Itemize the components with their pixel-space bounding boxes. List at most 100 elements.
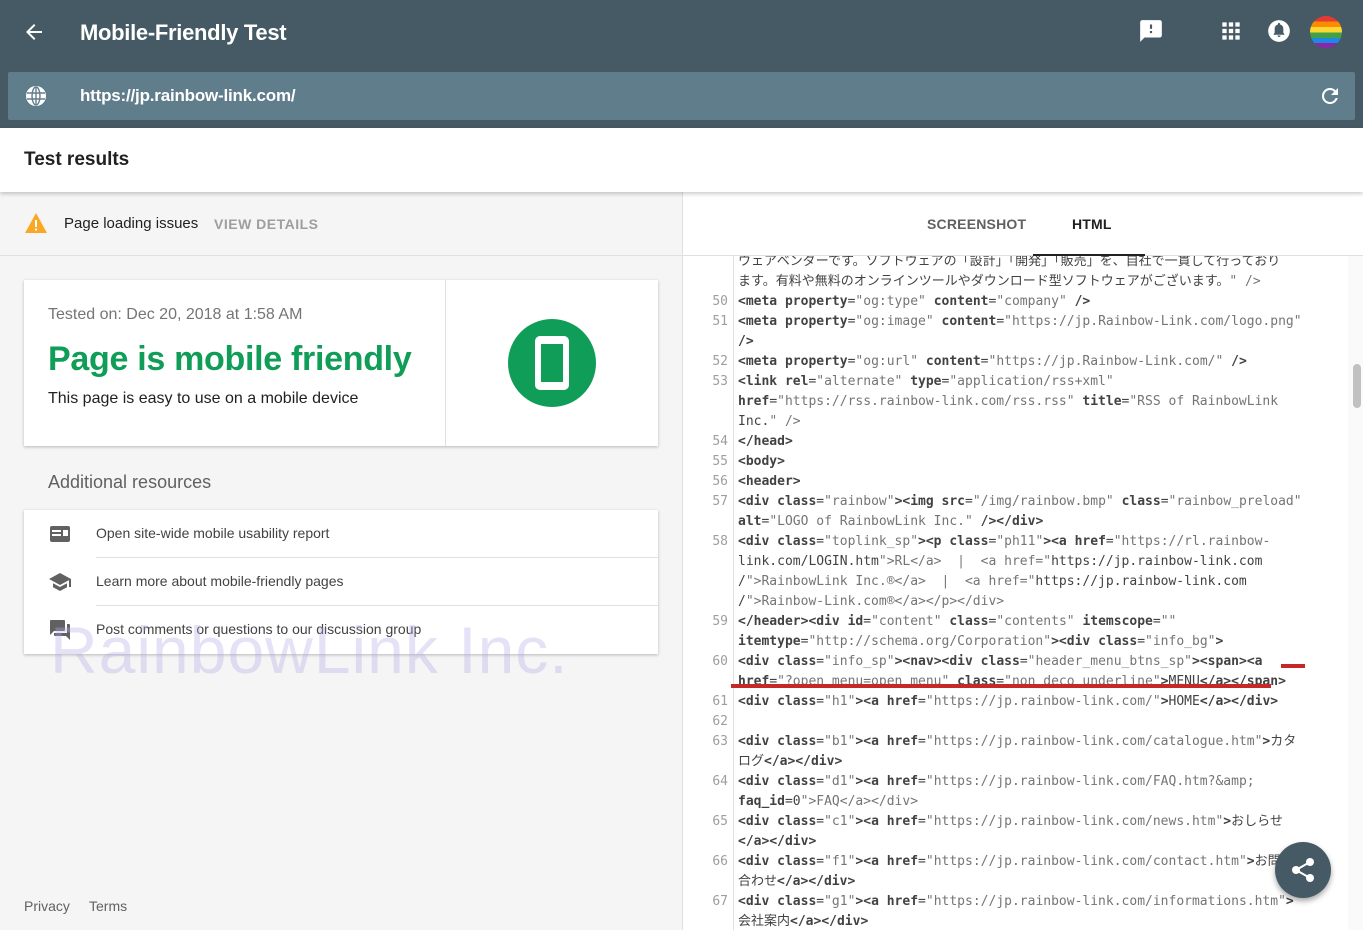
terms-link[interactable]: Terms	[89, 898, 127, 914]
code-text: <div class="toplink_sp"><p class="ph11">…	[738, 534, 1271, 549]
code-text: itemtype="http://schema.org/Corporation"…	[738, 634, 1224, 649]
school-icon	[48, 570, 72, 594]
code-line: href="https://rss.rainbow-link.com/rss.r…	[683, 392, 1348, 412]
verdict-description: This page is easy to use on a mobile dev…	[48, 390, 359, 407]
code-text: <meta property="og:url" content="https:/…	[738, 354, 1247, 369]
code-text: /">RainbowLink Inc.®</a> | <a href="http…	[738, 574, 1247, 589]
app-header: Mobile-Friendly Test https://jp.rainbow-…	[0, 0, 1363, 128]
apps-grid-icon[interactable]	[1218, 18, 1246, 46]
page-title: Test results	[24, 149, 130, 170]
share-icon	[1292, 858, 1314, 882]
share-button[interactable]	[1275, 842, 1331, 898]
code-line: faq_id=0">FAQ</a></div>	[683, 792, 1348, 812]
code-text: <div class="b1"><a href="https://jp.rain…	[738, 734, 1297, 749]
code-line: 58 <div class="toplink_sp"><p class="ph11…	[683, 532, 1348, 552]
code-scrollbar[interactable]	[1348, 256, 1363, 930]
code-text: /">Rainbow-Link.com®</a></p></div>	[738, 594, 1005, 609]
highlight-underline	[731, 684, 1271, 688]
warning-icon	[24, 212, 48, 234]
resource-usability-report[interactable]: Open site-wide mobile usability report	[24, 510, 658, 558]
line-number: 54	[712, 434, 728, 449]
feedback-icon[interactable]	[1138, 18, 1166, 46]
line-number: 63	[712, 734, 728, 749]
code-line: 60 <div class="info_sp"><nav><div class="…	[683, 652, 1348, 672]
code-text: </header><div id="content" class="conten…	[738, 614, 1177, 629]
line-number: 57	[712, 494, 728, 509]
code-line: ます。有料や無料のオンラインツールやダウンロード型ソフトウェアがございます。" …	[683, 272, 1348, 292]
mobile-phone-icon	[508, 319, 596, 407]
code-line: 56 <header>	[683, 472, 1348, 492]
code-line: />	[683, 332, 1348, 352]
account-avatar[interactable]	[1310, 16, 1342, 48]
refresh-icon[interactable]	[1318, 84, 1342, 108]
results-header: Test results	[0, 128, 1363, 192]
code-text: </a></div>	[738, 834, 817, 849]
resource-learn-more[interactable]: Learn more about mobile-friendly pages	[24, 558, 658, 606]
code-line: /">RainbowLink Inc.®</a> | <a href="http…	[683, 572, 1348, 592]
code-text: <div class="d1"><a href="https://jp.rain…	[738, 774, 1255, 789]
code-line: ログ</a></div>	[683, 752, 1348, 772]
code-line: 59 </header><div id="content" class="cont…	[683, 612, 1348, 632]
line-number: 56	[712, 474, 728, 489]
code-text: href="https://rss.rainbow-link.com/rss.r…	[738, 394, 1279, 409]
back-arrow-icon[interactable]	[22, 20, 52, 46]
code-text: <div class="g1"><a href="https://jp.rain…	[738, 894, 1294, 909]
line-number: 64	[712, 774, 728, 789]
html-source-view[interactable]: ウェアベンダーです。ソフトウェアの「設計」「開発」「販売」を、自社で一貫して行っ…	[683, 256, 1348, 930]
resource-discussion-group[interactable]: Post comments or questions to our discus…	[24, 606, 658, 654]
code-text: <meta property="og:image" content="https…	[738, 314, 1302, 329]
code-line: 52 <meta property="og:url" content="https…	[683, 352, 1348, 372]
tab-html[interactable]: HTML	[1072, 216, 1112, 232]
code-text: <div class="c1"><a href="https://jp.rain…	[738, 814, 1283, 829]
view-details-link[interactable]: VIEW DETAILS	[214, 216, 319, 232]
code-line: 会社案内</a></div>	[683, 912, 1348, 930]
code-line: 50 <meta property="og:type" content="comp…	[683, 292, 1348, 312]
code-line: 65 <div class="c1"><a href="https://jp.ra…	[683, 812, 1348, 832]
line-number: 65	[712, 814, 728, 829]
code-line: 51 <meta property="og:image" content="htt…	[683, 312, 1348, 332]
code-line: 67 <div class="g1"><a href="https://jp.ra…	[683, 892, 1348, 912]
code-text: ログ</a></div>	[738, 754, 843, 769]
line-number: 67	[712, 894, 728, 909]
resources-list: Open site-wide mobile usability report L…	[24, 510, 658, 654]
code-line: 63 <div class="b1"><a href="https://jp.ra…	[683, 732, 1348, 752]
tab-screenshot[interactable]: SCREENSHOT	[927, 216, 1026, 232]
resource-label: Open site-wide mobile usability report	[96, 525, 330, 541]
line-number: 53	[712, 374, 728, 389]
code-text: alt="LOGO of RainbowLink Inc." /></div>	[738, 514, 1044, 529]
resource-label: Post comments or questions to our discus…	[96, 621, 422, 637]
line-number: 61	[712, 694, 728, 709]
tested-on-timestamp: Tested on: Dec 20, 2018 at 1:58 AM	[48, 306, 303, 323]
code-text: link.com/LOGIN.htm">RL</a> | <a href="ht…	[738, 554, 1263, 569]
line-number: 52	[712, 354, 728, 369]
code-line: 61 <div class="h1"><a href="https://jp.ra…	[683, 692, 1348, 712]
privacy-link[interactable]: Privacy	[24, 898, 70, 914]
card-divider	[445, 280, 446, 446]
right-panel: SCREENSHOT HTML ウェアベンダーです。ソフトウェアの「設計」「開発…	[682, 192, 1363, 930]
code-text: <div class="h1"><a href="https://jp.rain…	[738, 694, 1279, 709]
additional-resources-heading: Additional resources	[48, 472, 212, 492]
line-number: 50	[712, 294, 728, 309]
scrollbar-thumb[interactable]	[1353, 364, 1361, 408]
code-line: </a></div>	[683, 832, 1348, 852]
code-line: 66 <div class="f1"><a href="https://jp.ra…	[683, 852, 1348, 872]
code-text: 合わせ</a></div>	[738, 874, 856, 889]
code-line: Inc." />	[683, 412, 1348, 432]
code-line: 64 <div class="d1"><a href="https://jp.ra…	[683, 772, 1348, 792]
code-text: 会社案内</a></div>	[738, 914, 869, 929]
code-text: <div class="info_sp"><nav><div class="he…	[738, 654, 1263, 669]
report-icon	[48, 522, 72, 546]
code-line: alt="LOGO of RainbowLink Inc." /></div>	[683, 512, 1348, 532]
code-text: <body>	[738, 454, 785, 469]
code-line: 合わせ</a></div>	[683, 872, 1348, 892]
line-number: 58	[712, 534, 728, 549]
result-card: Tested on: Dec 20, 2018 at 1:58 AM Page …	[24, 280, 658, 446]
code-line: 62	[683, 712, 1348, 732]
code-text: ます。有料や無料のオンラインツールやダウンロード型ソフトウェアがございます。" …	[738, 274, 1261, 289]
code-line: /">Rainbow-Link.com®</a></p></div>	[683, 592, 1348, 612]
tested-url[interactable]: https://jp.rainbow-link.com/	[80, 86, 296, 106]
notifications-icon[interactable]	[1266, 18, 1294, 46]
code-line: 57 <div class="rainbow"><img src="/img/ra…	[683, 492, 1348, 512]
page-loading-issues-bar: Page loading issues VIEW DETAILS	[0, 192, 682, 256]
line-number: 66	[712, 854, 728, 869]
